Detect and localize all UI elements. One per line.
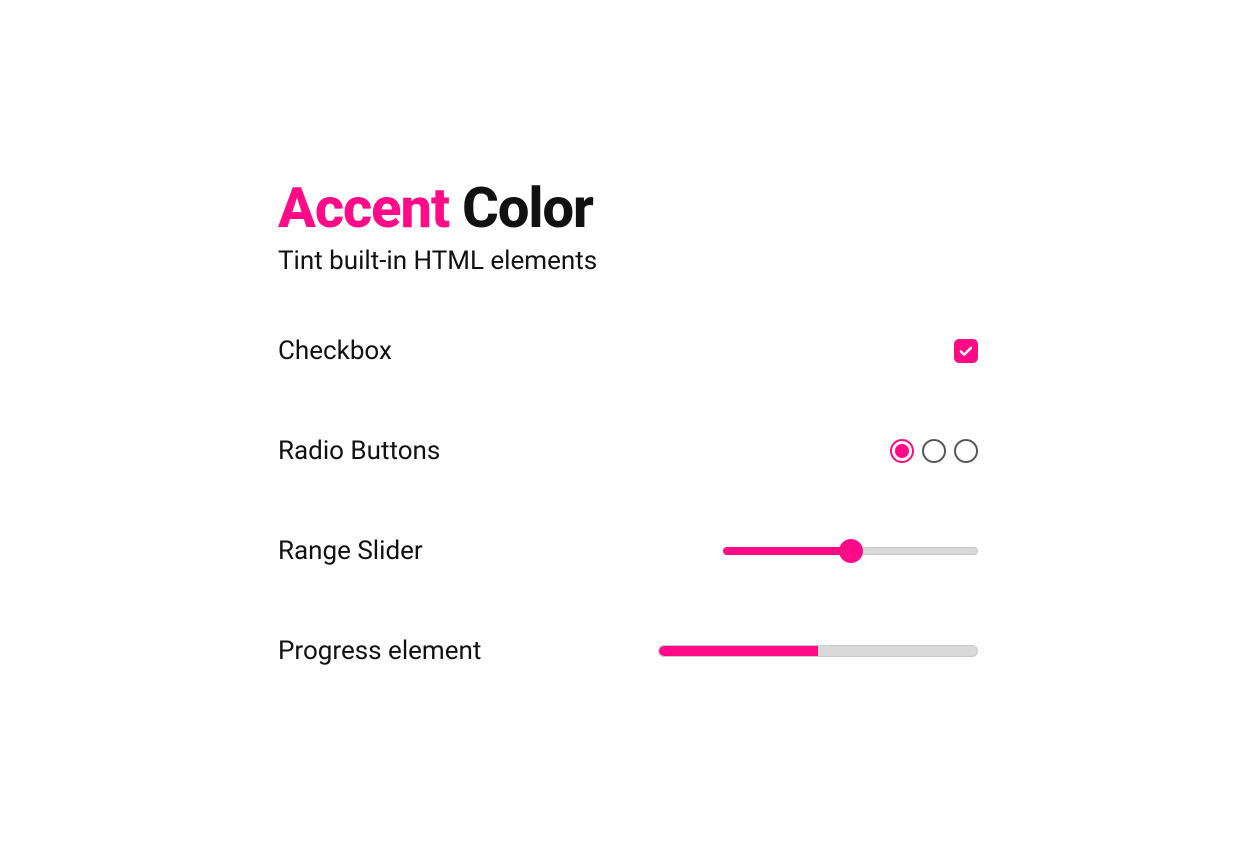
progress-bar: [658, 645, 978, 657]
range-control-area: [723, 539, 978, 563]
check-icon: [958, 343, 974, 359]
range-row: Range Slider: [278, 536, 978, 566]
slider-fill: [723, 547, 851, 555]
page-subtitle: Tint built-in HTML elements: [278, 246, 978, 276]
checkbox-label: Checkbox: [278, 336, 392, 366]
progress-control-area: [658, 645, 978, 657]
progress-row: Progress element: [278, 636, 978, 666]
slider-thumb[interactable]: [839, 539, 863, 563]
demo-container: Accent Color Tint built-in HTML elements…: [278, 178, 978, 736]
progress-label: Progress element: [278, 636, 481, 666]
page-title: Accent Color: [278, 178, 978, 240]
range-slider[interactable]: [723, 539, 978, 563]
checkbox-row: Checkbox: [278, 336, 978, 366]
radio-label: Radio Buttons: [278, 436, 440, 466]
radio-group: [890, 439, 978, 463]
radio-option-2[interactable]: [922, 439, 946, 463]
title-accent-word: Accent: [278, 175, 449, 241]
radio-row: Radio Buttons: [278, 436, 978, 466]
checkbox-control-area: [954, 339, 978, 363]
range-label: Range Slider: [278, 536, 423, 566]
radio-option-1[interactable]: [890, 439, 914, 463]
title-rest: Color: [449, 175, 593, 241]
checkbox-input[interactable]: [954, 339, 978, 363]
progress-fill: [659, 646, 818, 656]
radio-option-3[interactable]: [954, 439, 978, 463]
